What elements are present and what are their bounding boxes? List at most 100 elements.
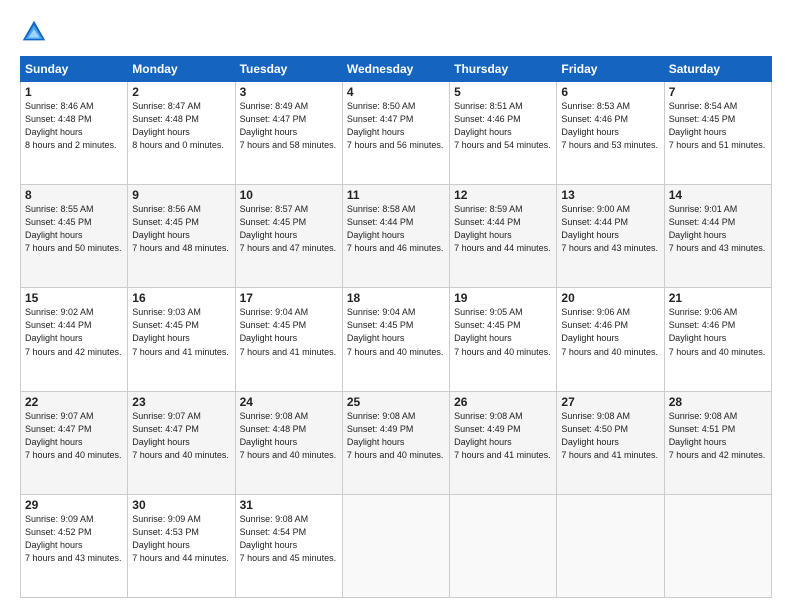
day-number: 23	[132, 395, 230, 409]
day-number: 6	[561, 85, 659, 99]
cell-info: Sunrise: 9:07 AM Sunset: 4:47 PM Dayligh…	[25, 410, 123, 462]
calendar-cell: 16 Sunrise: 9:03 AM Sunset: 4:45 PM Dayl…	[128, 288, 235, 391]
dow-header-wednesday: Wednesday	[342, 57, 449, 82]
day-number: 8	[25, 188, 123, 202]
logo	[20, 18, 52, 46]
calendar-cell: 22 Sunrise: 9:07 AM Sunset: 4:47 PM Dayl…	[21, 391, 128, 494]
cell-info: Sunrise: 9:08 AM Sunset: 4:48 PM Dayligh…	[240, 410, 338, 462]
calendar-cell: 13 Sunrise: 9:00 AM Sunset: 4:44 PM Dayl…	[557, 185, 664, 288]
dow-header-sunday: Sunday	[21, 57, 128, 82]
cell-info: Sunrise: 9:03 AM Sunset: 4:45 PM Dayligh…	[132, 306, 230, 358]
day-number: 1	[25, 85, 123, 99]
day-number: 9	[132, 188, 230, 202]
day-number: 25	[347, 395, 445, 409]
week-row-1: 1 Sunrise: 8:46 AM Sunset: 4:48 PM Dayli…	[21, 82, 772, 185]
calendar-cell: 8 Sunrise: 8:55 AM Sunset: 4:45 PM Dayli…	[21, 185, 128, 288]
calendar-cell: 6 Sunrise: 8:53 AM Sunset: 4:46 PM Dayli…	[557, 82, 664, 185]
calendar-cell: 10 Sunrise: 8:57 AM Sunset: 4:45 PM Dayl…	[235, 185, 342, 288]
day-number: 26	[454, 395, 552, 409]
day-number: 27	[561, 395, 659, 409]
calendar-cell: 3 Sunrise: 8:49 AM Sunset: 4:47 PM Dayli…	[235, 82, 342, 185]
calendar-cell: 1 Sunrise: 8:46 AM Sunset: 4:48 PM Dayli…	[21, 82, 128, 185]
cell-info: Sunrise: 9:08 AM Sunset: 4:50 PM Dayligh…	[561, 410, 659, 462]
calendar-cell: 9 Sunrise: 8:56 AM Sunset: 4:45 PM Dayli…	[128, 185, 235, 288]
day-number: 30	[132, 498, 230, 512]
calendar-cell: 2 Sunrise: 8:47 AM Sunset: 4:48 PM Dayli…	[128, 82, 235, 185]
calendar-cell: 15 Sunrise: 9:02 AM Sunset: 4:44 PM Dayl…	[21, 288, 128, 391]
day-number: 13	[561, 188, 659, 202]
calendar-cell: 25 Sunrise: 9:08 AM Sunset: 4:49 PM Dayl…	[342, 391, 449, 494]
day-number: 3	[240, 85, 338, 99]
cell-info: Sunrise: 9:08 AM Sunset: 4:51 PM Dayligh…	[669, 410, 767, 462]
calendar-cell	[557, 494, 664, 597]
calendar-cell: 24 Sunrise: 9:08 AM Sunset: 4:48 PM Dayl…	[235, 391, 342, 494]
cell-info: Sunrise: 8:51 AM Sunset: 4:46 PM Dayligh…	[454, 100, 552, 152]
day-number: 19	[454, 291, 552, 305]
calendar-cell: 21 Sunrise: 9:06 AM Sunset: 4:46 PM Dayl…	[664, 288, 771, 391]
dow-header-tuesday: Tuesday	[235, 57, 342, 82]
calendar-cell: 17 Sunrise: 9:04 AM Sunset: 4:45 PM Dayl…	[235, 288, 342, 391]
cell-info: Sunrise: 8:56 AM Sunset: 4:45 PM Dayligh…	[132, 203, 230, 255]
dow-header-friday: Friday	[557, 57, 664, 82]
header	[20, 18, 772, 46]
cell-info: Sunrise: 9:06 AM Sunset: 4:46 PM Dayligh…	[669, 306, 767, 358]
calendar-cell: 28 Sunrise: 9:08 AM Sunset: 4:51 PM Dayl…	[664, 391, 771, 494]
day-number: 22	[25, 395, 123, 409]
cell-info: Sunrise: 9:01 AM Sunset: 4:44 PM Dayligh…	[669, 203, 767, 255]
day-number: 29	[25, 498, 123, 512]
day-number: 21	[669, 291, 767, 305]
cell-info: Sunrise: 8:59 AM Sunset: 4:44 PM Dayligh…	[454, 203, 552, 255]
cell-info: Sunrise: 9:02 AM Sunset: 4:44 PM Dayligh…	[25, 306, 123, 358]
cell-info: Sunrise: 9:05 AM Sunset: 4:45 PM Dayligh…	[454, 306, 552, 358]
calendar-cell: 12 Sunrise: 8:59 AM Sunset: 4:44 PM Dayl…	[450, 185, 557, 288]
calendar-cell: 5 Sunrise: 8:51 AM Sunset: 4:46 PM Dayli…	[450, 82, 557, 185]
week-row-2: 8 Sunrise: 8:55 AM Sunset: 4:45 PM Dayli…	[21, 185, 772, 288]
calendar-cell: 26 Sunrise: 9:08 AM Sunset: 4:49 PM Dayl…	[450, 391, 557, 494]
calendar-cell: 30 Sunrise: 9:09 AM Sunset: 4:53 PM Dayl…	[128, 494, 235, 597]
cell-info: Sunrise: 9:00 AM Sunset: 4:44 PM Dayligh…	[561, 203, 659, 255]
cell-info: Sunrise: 9:08 AM Sunset: 4:54 PM Dayligh…	[240, 513, 338, 565]
dow-header-thursday: Thursday	[450, 57, 557, 82]
day-number: 5	[454, 85, 552, 99]
week-row-3: 15 Sunrise: 9:02 AM Sunset: 4:44 PM Dayl…	[21, 288, 772, 391]
calendar-cell: 27 Sunrise: 9:08 AM Sunset: 4:50 PM Dayl…	[557, 391, 664, 494]
week-row-5: 29 Sunrise: 9:09 AM Sunset: 4:52 PM Dayl…	[21, 494, 772, 597]
calendar-cell	[664, 494, 771, 597]
day-number: 11	[347, 188, 445, 202]
dow-header-saturday: Saturday	[664, 57, 771, 82]
cell-info: Sunrise: 9:04 AM Sunset: 4:45 PM Dayligh…	[240, 306, 338, 358]
cell-info: Sunrise: 9:04 AM Sunset: 4:45 PM Dayligh…	[347, 306, 445, 358]
cell-info: Sunrise: 9:07 AM Sunset: 4:47 PM Dayligh…	[132, 410, 230, 462]
cell-info: Sunrise: 8:47 AM Sunset: 4:48 PM Dayligh…	[132, 100, 230, 152]
calendar-cell	[342, 494, 449, 597]
cell-info: Sunrise: 8:57 AM Sunset: 4:45 PM Dayligh…	[240, 203, 338, 255]
day-number: 24	[240, 395, 338, 409]
cell-info: Sunrise: 8:49 AM Sunset: 4:47 PM Dayligh…	[240, 100, 338, 152]
calendar-cell: 14 Sunrise: 9:01 AM Sunset: 4:44 PM Dayl…	[664, 185, 771, 288]
calendar: SundayMondayTuesdayWednesdayThursdayFrid…	[20, 56, 772, 598]
calendar-body: 1 Sunrise: 8:46 AM Sunset: 4:48 PM Dayli…	[21, 82, 772, 598]
generalblue-logo-icon	[20, 18, 48, 46]
calendar-cell: 23 Sunrise: 9:07 AM Sunset: 4:47 PM Dayl…	[128, 391, 235, 494]
day-number: 15	[25, 291, 123, 305]
day-number: 17	[240, 291, 338, 305]
day-number: 12	[454, 188, 552, 202]
day-number: 20	[561, 291, 659, 305]
day-number: 14	[669, 188, 767, 202]
cell-info: Sunrise: 8:58 AM Sunset: 4:44 PM Dayligh…	[347, 203, 445, 255]
cell-info: Sunrise: 9:09 AM Sunset: 4:52 PM Dayligh…	[25, 513, 123, 565]
day-number: 10	[240, 188, 338, 202]
cell-info: Sunrise: 8:46 AM Sunset: 4:48 PM Dayligh…	[25, 100, 123, 152]
day-number: 4	[347, 85, 445, 99]
calendar-cell: 19 Sunrise: 9:05 AM Sunset: 4:45 PM Dayl…	[450, 288, 557, 391]
cell-info: Sunrise: 8:53 AM Sunset: 4:46 PM Dayligh…	[561, 100, 659, 152]
day-number: 28	[669, 395, 767, 409]
calendar-cell: 11 Sunrise: 8:58 AM Sunset: 4:44 PM Dayl…	[342, 185, 449, 288]
cell-info: Sunrise: 9:08 AM Sunset: 4:49 PM Dayligh…	[454, 410, 552, 462]
calendar-cell: 20 Sunrise: 9:06 AM Sunset: 4:46 PM Dayl…	[557, 288, 664, 391]
day-number: 31	[240, 498, 338, 512]
week-row-4: 22 Sunrise: 9:07 AM Sunset: 4:47 PM Dayl…	[21, 391, 772, 494]
calendar-cell: 18 Sunrise: 9:04 AM Sunset: 4:45 PM Dayl…	[342, 288, 449, 391]
day-number: 2	[132, 85, 230, 99]
page: SundayMondayTuesdayWednesdayThursdayFrid…	[0, 0, 792, 612]
